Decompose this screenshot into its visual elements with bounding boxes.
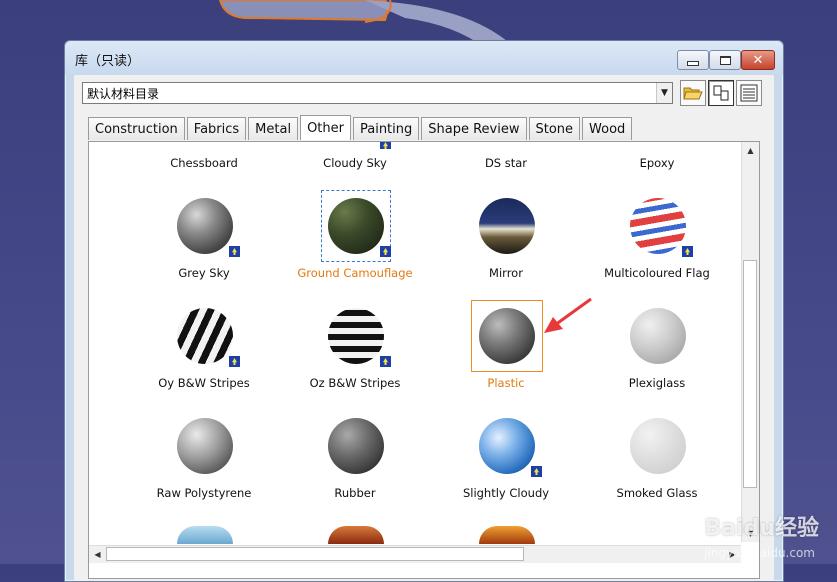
tab-shape-review[interactable]: Shape Review — [421, 117, 527, 140]
window-title: 库（只读） — [75, 54, 141, 69]
material-label[interactable]: Raw Polystyrene — [157, 486, 252, 500]
watermark-logo: Baidu经验 — [704, 516, 819, 541]
ground-camouflage-sphere[interactable] — [328, 198, 384, 254]
dialog-content: 默认材料目录 ▼ Construction Fabrics Metal Othe… — [74, 75, 774, 581]
library-dialog: 库（只读） ✕ 默认材料目录 ▼ Construction Fabrics Me… — [64, 40, 784, 582]
close-icon: ✕ — [752, 52, 764, 68]
slightly-cloudy-sphere[interactable] — [479, 418, 535, 474]
smoked-glass-sphere[interactable] — [630, 418, 686, 474]
watermark-url: jingyan.baidu.com — [704, 546, 815, 560]
oz-bw-stripes-sphere[interactable] — [328, 308, 384, 364]
tab-fabrics[interactable]: Fabrics — [186, 117, 247, 140]
material-sphere-partial[interactable] — [177, 526, 233, 544]
multicoloured-flag-sphere[interactable] — [630, 198, 686, 254]
material-label[interactable]: Slightly Cloudy — [463, 486, 549, 500]
scroll-up-icon[interactable]: ▲ — [742, 142, 759, 159]
catalog-combobox[interactable]: 默认材料目录 ▼ — [82, 82, 673, 104]
list-view-icon — [740, 84, 758, 102]
catalog-combobox-value: 默认材料目录 — [87, 87, 160, 101]
link-badge-icon — [531, 466, 542, 477]
material-label[interactable]: Plexiglass — [629, 376, 686, 390]
annotation-arrow-icon — [544, 297, 592, 333]
material-label[interactable]: Oz B&W Stripes — [310, 376, 401, 390]
material-label[interactable]: Plastic — [487, 376, 524, 390]
list-view-button[interactable] — [736, 80, 762, 106]
grey-sky-sphere[interactable] — [177, 198, 233, 254]
scroll-left-icon[interactable]: ◀ — [89, 546, 106, 563]
materials-panel: Chessboard Cloudy Sky DS star Epoxy Grey… — [88, 141, 760, 579]
oy-bw-stripes-sphere[interactable] — [177, 308, 233, 364]
material-label[interactable]: Ground Camouflage — [297, 266, 412, 280]
material-label[interactable]: Cloudy Sky — [323, 156, 387, 170]
open-folder-button[interactable] — [680, 80, 706, 106]
plastic-sphere[interactable] — [479, 308, 535, 364]
link-badge-icon — [380, 246, 391, 257]
minimize-button[interactable] — [677, 50, 709, 70]
material-label[interactable]: Smoked Glass — [617, 486, 698, 500]
folder-open-icon — [683, 87, 703, 100]
material-label[interactable]: Epoxy — [640, 156, 675, 170]
material-label[interactable]: Rubber — [334, 486, 375, 500]
vertical-scrollbar[interactable]: ▲ ▼ — [741, 142, 759, 542]
material-label[interactable]: Mirror — [489, 266, 523, 280]
title-bar[interactable]: 库（只读） ✕ — [65, 41, 783, 75]
tab-construction[interactable]: Construction — [88, 117, 185, 140]
mirror-sphere[interactable] — [479, 198, 535, 254]
maximize-button[interactable] — [709, 50, 741, 70]
material-label[interactable]: Multicoloured Flag — [604, 266, 710, 280]
material-label[interactable]: DS star — [485, 156, 527, 170]
material-label[interactable]: Grey Sky — [178, 266, 229, 280]
tab-other[interactable]: Other — [300, 115, 351, 140]
maximize-icon — [719, 55, 731, 65]
raw-polystyrene-sphere[interactable] — [177, 418, 233, 474]
large-icons-view-icon — [713, 85, 729, 101]
link-badge-icon — [682, 246, 693, 257]
link-badge-icon — [380, 356, 391, 367]
material-label[interactable]: Oy B&W Stripes — [158, 376, 250, 390]
icon-view-button[interactable] — [708, 80, 734, 106]
tab-painting[interactable]: Painting — [352, 117, 420, 140]
material-sphere-partial[interactable] — [328, 526, 384, 544]
category-tabs: Construction Fabrics Metal Other Paintin… — [88, 115, 634, 140]
link-badge-icon — [229, 356, 240, 367]
horizontal-scroll-thumb[interactable] — [106, 547, 524, 561]
material-label[interactable]: Chessboard — [170, 156, 238, 170]
minimize-icon — [687, 60, 699, 66]
material-sphere-partial[interactable] — [479, 526, 535, 544]
plexiglass-sphere[interactable] — [630, 308, 686, 364]
link-badge-icon — [380, 142, 391, 149]
horizontal-scrollbar[interactable]: ◀ ▶ — [89, 545, 741, 563]
link-badge-icon — [229, 246, 240, 257]
tab-wood[interactable]: Wood — [582, 117, 633, 140]
tab-stone[interactable]: Stone — [528, 117, 581, 140]
tab-metal[interactable]: Metal — [248, 117, 299, 140]
close-button[interactable]: ✕ — [741, 50, 775, 70]
vertical-scroll-thumb[interactable] — [743, 260, 757, 488]
dropdown-arrow-icon[interactable]: ▼ — [656, 83, 672, 103]
rubber-sphere[interactable] — [328, 418, 384, 474]
